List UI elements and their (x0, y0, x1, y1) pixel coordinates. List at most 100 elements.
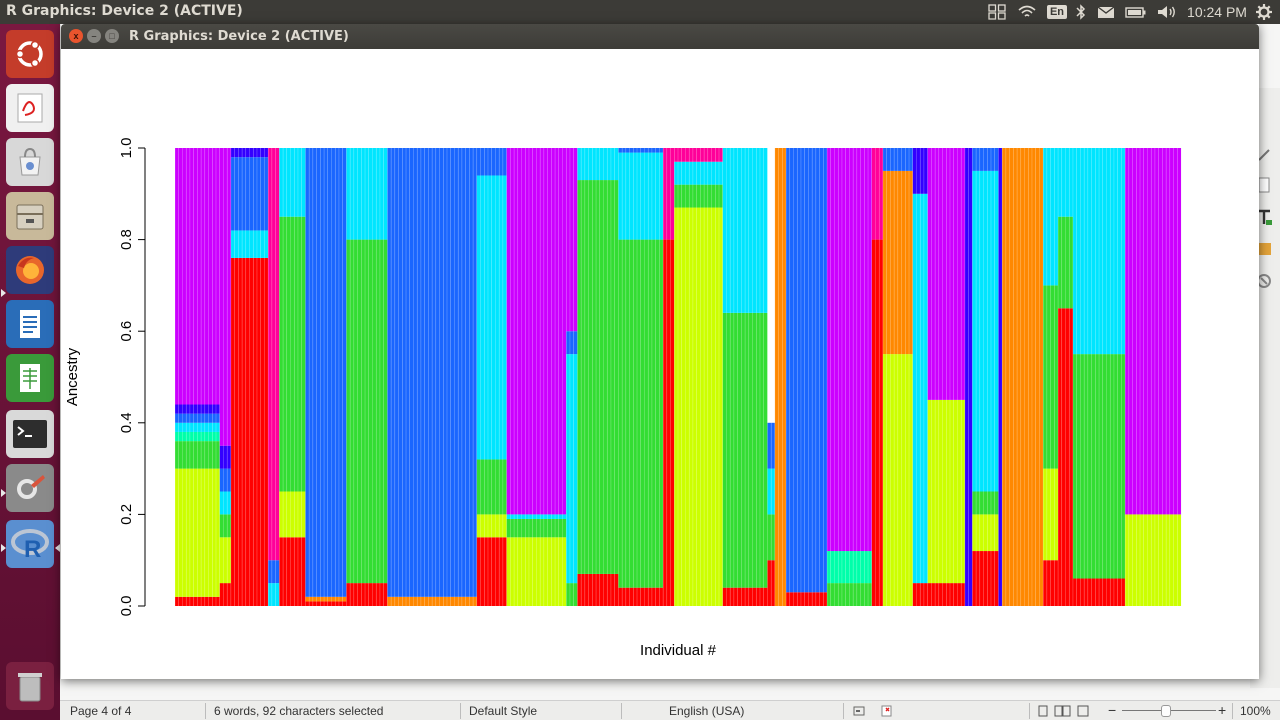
zoom-out-button[interactable]: − (1108, 702, 1116, 718)
battery-icon[interactable] (1123, 0, 1149, 24)
bar-segment (864, 148, 869, 552)
bar-segment (957, 583, 962, 606)
bar-segment (446, 148, 451, 597)
maximize-button[interactable]: □ (105, 29, 119, 43)
bar-segment (178, 431, 183, 442)
bar-segment (450, 596, 455, 606)
volume-icon[interactable] (1154, 0, 1180, 24)
view-layout-icons[interactable] (1038, 705, 1090, 720)
bar-segment (644, 587, 649, 606)
bar-segment (528, 148, 533, 515)
zoom-in-button[interactable]: + (1218, 702, 1226, 718)
terminal-icon[interactable] (6, 410, 54, 458)
bar-segment (294, 491, 299, 538)
bar-segment (312, 148, 317, 597)
bar-segment (499, 175, 503, 460)
bar-segment (305, 601, 310, 606)
bar-segment (949, 583, 954, 606)
libreoffice-calc-icon[interactable] (6, 354, 54, 402)
bar-segment (592, 180, 597, 574)
software-center-icon[interactable] (6, 138, 54, 186)
document-viewer-icon[interactable] (6, 84, 54, 132)
gear-icon[interactable] (1253, 0, 1275, 24)
bar-segment (692, 148, 697, 162)
bar-segment (219, 583, 224, 606)
bar-segment (882, 148, 887, 171)
bar-segment (558, 537, 563, 606)
bluetooth-icon[interactable] (1072, 0, 1090, 24)
bar-segment (219, 468, 224, 492)
bar-segment (253, 230, 258, 258)
ubuntu-dash-icon[interactable] (6, 30, 54, 78)
bar-segment (704, 207, 708, 607)
window-titlebar[interactable]: x – □ R Graphics: Device 2 (ACTIVE) (61, 24, 1259, 49)
bar-segment (1091, 578, 1096, 606)
bar-segment (767, 514, 772, 561)
bar-segment (737, 148, 742, 313)
bar-segment (927, 583, 932, 606)
bar-segment (707, 148, 712, 162)
bar-segment (182, 596, 187, 606)
bar-segment (879, 239, 883, 606)
firefox-icon[interactable] (6, 246, 54, 294)
file-manager-icon[interactable] (6, 192, 54, 240)
bar-segment (417, 148, 421, 597)
bar-segment (517, 514, 522, 519)
bar-segment (1166, 148, 1170, 515)
bar-segment (189, 596, 194, 606)
bar-segment (890, 354, 895, 606)
mail-icon[interactable] (1094, 0, 1118, 24)
bar-segment (476, 459, 481, 515)
bar-segment (357, 239, 362, 584)
wifi-icon[interactable] (1016, 0, 1038, 24)
bar-segment (923, 583, 928, 606)
workspace-switcher-icon[interactable] (986, 0, 1008, 24)
bar-segment (651, 239, 656, 588)
zoom-level[interactable]: 100% (1240, 704, 1271, 718)
trash-icon[interactable] (6, 662, 54, 710)
bar-segment (976, 551, 980, 606)
status-style[interactable]: Default Style (469, 704, 537, 718)
bar-segment (186, 148, 190, 405)
clock[interactable]: 10:24 PM (1186, 0, 1248, 24)
bar-segment (1158, 148, 1163, 515)
system-settings-icon[interactable] (6, 464, 54, 512)
bar-segment (290, 491, 295, 538)
close-button[interactable]: x (69, 29, 83, 43)
bar-segment (752, 148, 757, 313)
bar-segment (443, 148, 448, 597)
document-modified-icon[interactable] (881, 705, 893, 720)
bar-segment (983, 514, 988, 552)
bar-segment (771, 468, 775, 515)
insert-mode-icon[interactable] (853, 705, 865, 720)
bar-segment (215, 422, 220, 432)
bar-segment (648, 587, 652, 606)
bar-segment (465, 596, 470, 606)
bar-segment (581, 148, 585, 181)
keyboard-language-indicator[interactable]: En (1045, 0, 1069, 24)
bar-segment (1166, 514, 1170, 606)
status-separator (1232, 703, 1233, 719)
libreoffice-writer-icon[interactable] (6, 300, 54, 348)
bar-segment (625, 239, 630, 588)
bar-segment (1061, 216, 1066, 309)
bar-segment (1128, 514, 1133, 606)
bar-segment (737, 587, 742, 606)
bar-segment (1043, 560, 1047, 606)
bar-segment (249, 257, 254, 606)
bar-segment (1162, 148, 1167, 515)
status-language[interactable]: English (USA) (669, 704, 744, 718)
r-language-icon[interactable]: R (6, 520, 54, 568)
bar-segment (685, 161, 690, 185)
bar-segment (290, 216, 295, 492)
bar-segment (283, 491, 287, 538)
bar-segment (916, 193, 921, 584)
svg-text:R: R (24, 536, 41, 560)
bar-segment (763, 312, 768, 588)
bar-segment (178, 468, 183, 597)
status-separator (621, 703, 622, 719)
zoom-slider-handle[interactable] (1161, 705, 1171, 717)
minimize-button[interactable]: – (87, 29, 101, 43)
bar-segment (1035, 148, 1040, 606)
bar-segment (189, 468, 194, 597)
